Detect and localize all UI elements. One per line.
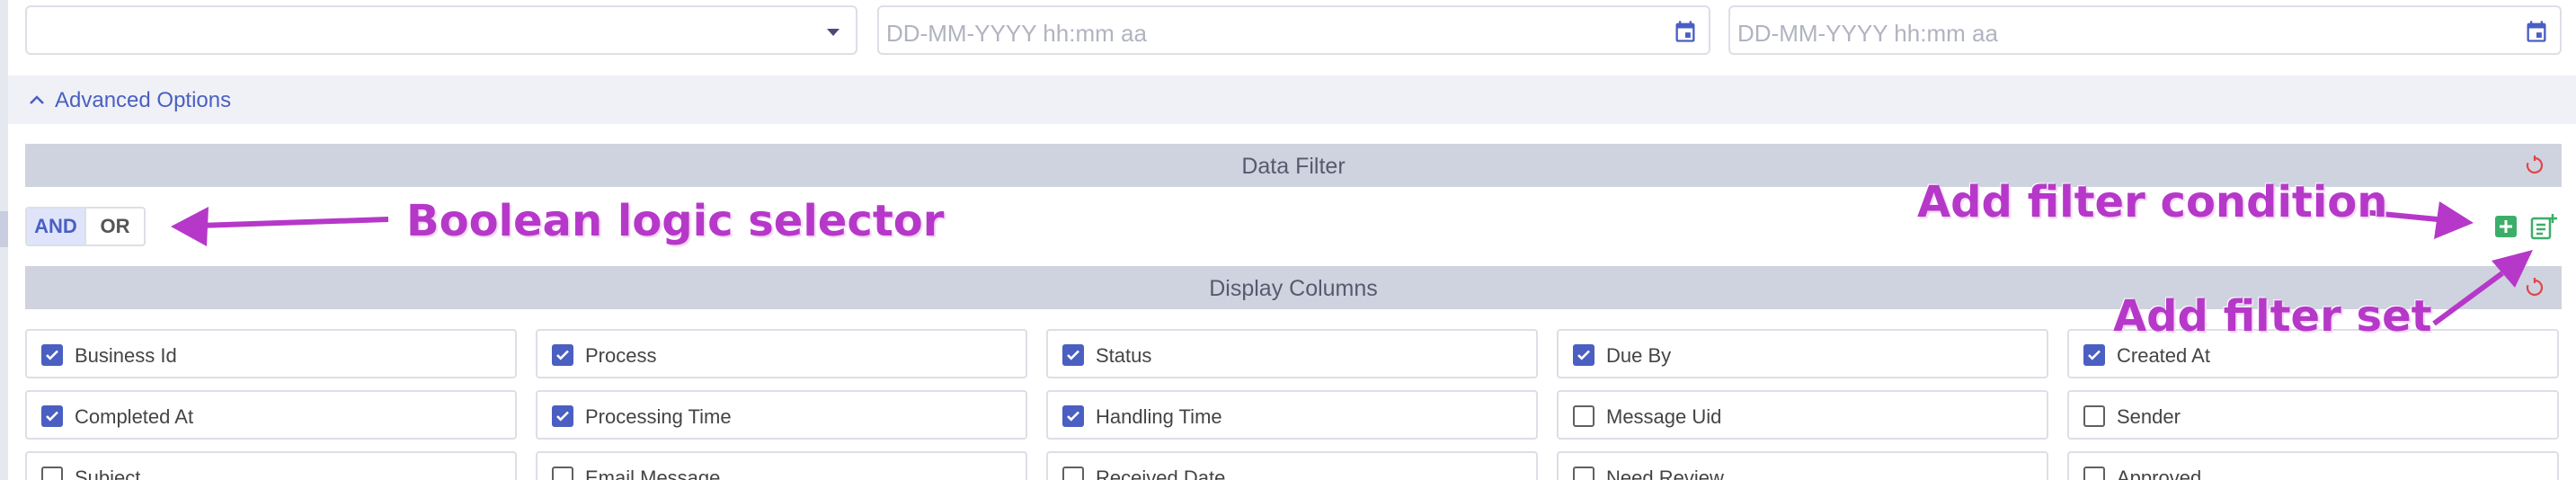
checkmark-icon <box>46 411 58 422</box>
column-checkbox[interactable] <box>1573 405 1594 427</box>
chevron-up-icon <box>30 95 44 104</box>
chevron-down-icon[interactable] <box>827 29 839 36</box>
date-from-field[interactable]: DD-MM-YYYY hh:mm aa <box>877 5 1710 55</box>
logic-and-option[interactable]: AND <box>27 209 86 244</box>
left-edge-strip <box>0 0 8 480</box>
column-option-label: Approved <box>2117 467 2202 480</box>
column-option-label: Status <box>1096 344 1152 367</box>
column-checkbox[interactable] <box>41 344 63 366</box>
column-option-label: Due By <box>1606 344 1672 367</box>
checkmark-icon <box>1067 411 1079 422</box>
reset-icon[interactable] <box>2524 277 2545 298</box>
calendar-icon[interactable] <box>1673 19 1698 44</box>
column-option-label: Need Review <box>1606 467 1724 480</box>
column-option-label: Subject <box>75 467 141 480</box>
date-to-placeholder: DD-MM-YYYY hh:mm aa <box>1737 20 1998 47</box>
column-checkbox[interactable] <box>2083 467 2105 480</box>
boolean-logic-selector[interactable]: AND OR <box>25 207 146 246</box>
column-option[interactable]: Need Review <box>1557 451 2048 480</box>
column-option-label: Completed At <box>75 405 194 428</box>
column-checkbox[interactable] <box>552 405 573 427</box>
column-checkbox[interactable] <box>41 405 63 427</box>
annotation-set: Add filter set <box>2113 291 2432 342</box>
checkmark-icon <box>46 350 58 360</box>
column-option-label: Processing Time <box>585 405 732 428</box>
column-option[interactable]: Received Date <box>1046 451 1538 480</box>
column-option[interactable]: Message Uid <box>1557 390 2048 440</box>
filter-row: DD-MM-YYYY hh:mm aa DD-MM-YYYY hh:mm aa <box>25 5 2562 55</box>
column-option-label: Sender <box>2117 405 2181 428</box>
checkmark-icon <box>1067 350 1079 360</box>
column-option[interactable]: Subject <box>25 451 517 480</box>
column-option-label: Received Date <box>1096 467 1226 480</box>
advanced-options-toggle[interactable]: Advanced Options <box>8 76 2576 124</box>
annotation-condition: Add filter condition <box>1917 177 2388 227</box>
column-option-label: Email Message <box>585 467 721 480</box>
column-checkbox[interactable] <box>1573 344 1594 366</box>
column-option-label: Handling Time <box>1096 405 1222 428</box>
add-filter-condition-button[interactable] <box>2495 216 2517 237</box>
column-option[interactable]: Completed At <box>25 390 517 440</box>
checkmark-icon <box>556 411 569 422</box>
column-option[interactable]: Business Id <box>25 329 517 378</box>
column-checkbox[interactable] <box>2083 344 2105 366</box>
column-option[interactable]: Email Message <box>536 451 1027 480</box>
checkmark-icon <box>556 350 569 360</box>
column-option[interactable]: Due By <box>1557 329 2048 378</box>
reset-icon[interactable] <box>2524 155 2545 176</box>
column-option[interactable]: Approved <box>2067 451 2559 480</box>
add-filter-set-button[interactable] <box>2529 212 2558 241</box>
column-checkbox[interactable] <box>1062 405 1084 427</box>
column-checkbox[interactable] <box>1062 467 1084 480</box>
column-option[interactable]: Processing Time <box>536 390 1027 440</box>
checkmark-icon <box>2088 350 2101 360</box>
column-checkbox[interactable] <box>41 467 63 480</box>
column-option[interactable]: Process <box>536 329 1027 378</box>
advanced-options-label: Advanced Options <box>55 88 232 112</box>
column-option-label: Message Uid <box>1606 405 1722 428</box>
column-checkbox[interactable] <box>1573 467 1594 480</box>
column-option[interactable]: Sender <box>2067 390 2559 440</box>
date-to-field[interactable]: DD-MM-YYYY hh:mm aa <box>1728 5 2562 55</box>
column-checkbox[interactable] <box>552 344 573 366</box>
column-option[interactable]: Status <box>1046 329 1538 378</box>
column-option-label: Process <box>585 344 657 367</box>
process-select[interactable] <box>25 5 857 55</box>
column-option-label: Business Id <box>75 344 177 367</box>
column-checkbox[interactable] <box>2083 405 2105 427</box>
checkmark-icon <box>1577 350 1590 360</box>
plus-icon <box>2500 220 2512 233</box>
column-checkbox[interactable] <box>1062 344 1084 366</box>
left-edge-marker <box>0 211 8 247</box>
column-checkbox[interactable] <box>552 467 573 480</box>
calendar-icon[interactable] <box>2524 19 2549 44</box>
logic-or-option[interactable]: OR <box>86 209 144 244</box>
column-option-label: Created At <box>2117 344 2210 367</box>
annotation-logic: Boolean logic selector <box>406 196 945 246</box>
date-from-placeholder: DD-MM-YYYY hh:mm aa <box>886 20 1147 47</box>
column-option[interactable]: Handling Time <box>1046 390 1538 440</box>
data-filter-title: Data Filter <box>1241 154 1346 179</box>
